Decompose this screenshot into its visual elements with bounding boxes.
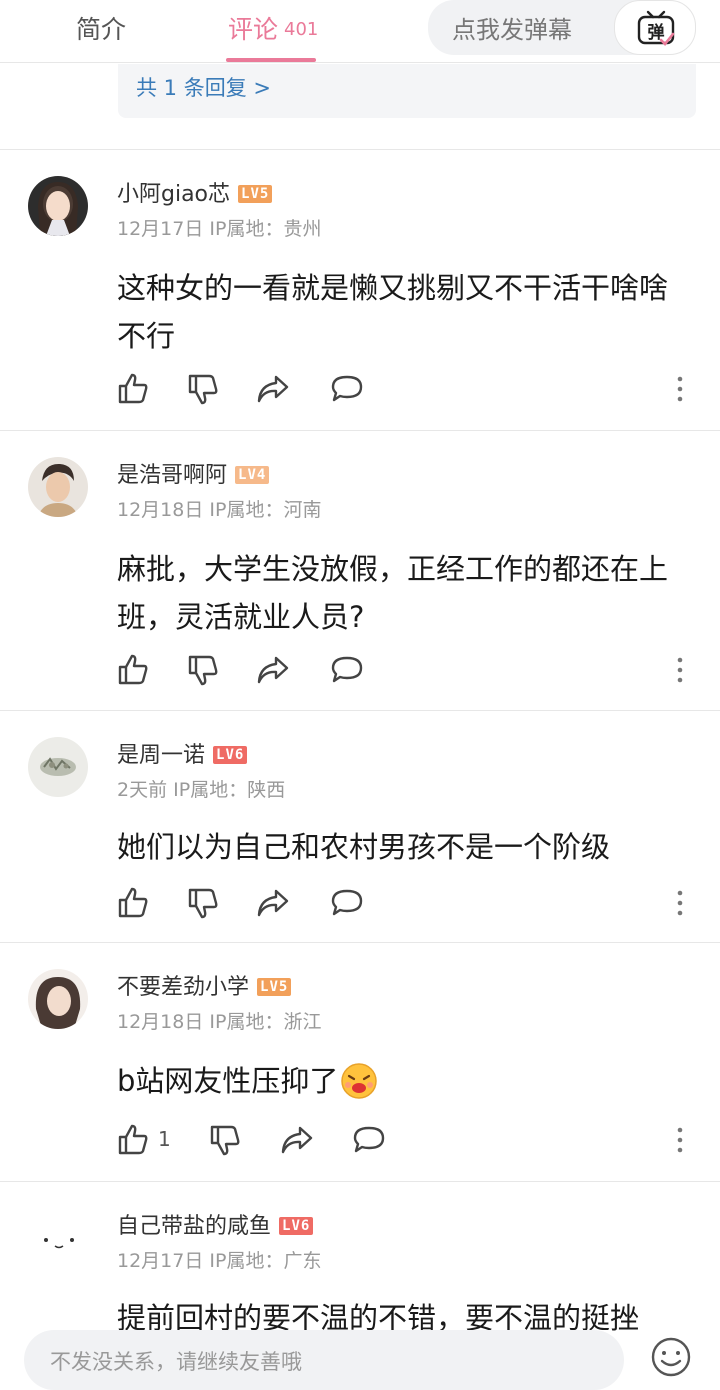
comment-username[interactable]: 不要差劲小学 LV5 bbox=[117, 969, 292, 1001]
thumbs-up-icon[interactable] bbox=[116, 886, 150, 920]
comment-text: 这种女的一看就是懒又挑剔又不干活干啥啥 不行 bbox=[117, 264, 697, 360]
comment-text-line: 她们以为自己和农村男孩不是一个阶级 bbox=[117, 830, 611, 864]
comment-text-line: b站网友性压抑了 bbox=[117, 1057, 697, 1105]
comment-date: 12月17日 bbox=[117, 1250, 204, 1272]
comment-icon[interactable] bbox=[352, 1123, 386, 1157]
thumbs-down-icon[interactable] bbox=[208, 1123, 242, 1157]
active-tab-indicator bbox=[226, 58, 316, 62]
share-icon[interactable] bbox=[256, 653, 290, 687]
danmaku-toggle-button[interactable]: 弹 bbox=[614, 0, 696, 55]
more-vertical-icon[interactable] bbox=[672, 1123, 688, 1157]
comment-actions bbox=[0, 653, 720, 693]
more-vertical-icon[interactable] bbox=[672, 372, 688, 406]
comment-meta: 12月18日 IP属地：河南 bbox=[117, 495, 321, 522]
comment-username[interactable]: 是周一诺 LV6 bbox=[117, 737, 248, 769]
comment-username[interactable]: 是浩哥啊阿 LV4 bbox=[117, 457, 270, 489]
thumbs-down-icon[interactable] bbox=[186, 372, 220, 406]
danmaku-icon: 弹 bbox=[637, 10, 675, 46]
avatar[interactable] bbox=[28, 1208, 88, 1268]
comment-icon[interactable] bbox=[330, 372, 364, 406]
comment-meta: 2天前 IP属地：陕西 bbox=[117, 775, 285, 802]
avatar[interactable] bbox=[28, 737, 88, 797]
emoji-picker-icon[interactable] bbox=[650, 1336, 692, 1378]
comment-text: 麻批，大学生没放假，正经工作的都还在上 班，灵活就业人员? bbox=[117, 545, 697, 641]
more-vertical-icon[interactable] bbox=[672, 886, 688, 920]
comment-actions: 1 bbox=[0, 1123, 720, 1163]
comment-ip: IP属地：陕西 bbox=[173, 779, 286, 801]
comment-meta: 12月17日 IP属地：贵州 bbox=[117, 214, 321, 241]
thumbs-down-icon[interactable] bbox=[186, 886, 220, 920]
share-icon[interactable] bbox=[280, 1123, 314, 1157]
username-text: 自己带盐的咸鱼 bbox=[117, 1214, 272, 1239]
comment-icon[interactable] bbox=[330, 653, 364, 687]
thumbs-down-icon[interactable] bbox=[186, 653, 220, 687]
danmaku-input[interactable]: 点我发弹幕 弹 bbox=[428, 0, 696, 55]
thumbs-up-icon[interactable] bbox=[116, 1123, 150, 1157]
comment-date: 12月18日 bbox=[117, 1011, 204, 1033]
avatar[interactable] bbox=[28, 969, 88, 1029]
username-text: 是浩哥啊阿 bbox=[117, 463, 228, 488]
thumbs-up-icon[interactable] bbox=[116, 653, 150, 687]
level-badge: LV6 bbox=[213, 746, 248, 764]
comment-text: b站网友性压抑了 bbox=[117, 1057, 697, 1105]
tab-comments-label: 评论 bbox=[228, 15, 279, 44]
like-count: 1 bbox=[158, 1127, 171, 1151]
comment-text-line: 这种女的一看就是懒又挑剔又不干活干啥啥 bbox=[117, 271, 669, 305]
comment-text-span: b站网友性压抑了 bbox=[117, 1064, 339, 1098]
emoji-icon bbox=[341, 1063, 378, 1099]
username-text: 小阿giao芯 bbox=[117, 182, 231, 207]
level-badge: LV5 bbox=[238, 185, 273, 203]
level-badge: LV6 bbox=[279, 1217, 314, 1235]
comment-ip: IP属地：河南 bbox=[209, 499, 322, 521]
level-badge: LV5 bbox=[257, 978, 292, 996]
share-icon[interactable] bbox=[256, 372, 290, 406]
comment-count-badge: 401 bbox=[284, 19, 319, 40]
comment-text-line: 班，灵活就业人员? bbox=[117, 600, 365, 634]
comment-date: 12月18日 bbox=[117, 499, 204, 521]
more-vertical-icon[interactable] bbox=[672, 653, 688, 687]
avatar[interactable] bbox=[28, 176, 88, 236]
thumbs-up-icon[interactable] bbox=[116, 372, 150, 406]
divider bbox=[0, 942, 720, 943]
level-badge: LV4 bbox=[235, 466, 270, 484]
view-replies-link[interactable]: 共 1 条回复 > bbox=[136, 72, 271, 102]
comment-text-line: 不行 bbox=[117, 319, 176, 353]
tab-comments[interactable]: 评论 401 bbox=[228, 10, 318, 46]
comment-icon[interactable] bbox=[330, 886, 364, 920]
comment-meta: 12月17日 IP属地：广东 bbox=[117, 1246, 321, 1273]
divider bbox=[0, 1181, 720, 1182]
reply-summary-box: 共 1 条回复 > bbox=[118, 64, 696, 118]
comment-actions bbox=[0, 886, 720, 926]
username-text: 不要差劲小学 bbox=[117, 975, 250, 1000]
divider bbox=[0, 149, 720, 150]
comment-ip: IP属地：浙江 bbox=[209, 1011, 322, 1033]
divider bbox=[0, 430, 720, 431]
avatar[interactable] bbox=[28, 457, 88, 517]
comment-input[interactable]: 不发没关系，请继续友善哦 bbox=[24, 1330, 624, 1390]
comment-username[interactable]: 小阿giao芯 LV5 bbox=[117, 176, 273, 208]
comment-date: 2天前 bbox=[117, 779, 168, 801]
danmaku-placeholder: 点我发弹幕 bbox=[452, 16, 572, 44]
comment-text-line: 麻批，大学生没放假，正经工作的都还在上 bbox=[117, 552, 669, 586]
comment-ip: IP属地：贵州 bbox=[209, 218, 322, 240]
comment-input-placeholder: 不发没关系，请继续友善哦 bbox=[50, 1350, 302, 1374]
divider bbox=[0, 710, 720, 711]
comment-username[interactable]: 自己带盐的咸鱼 LV6 bbox=[117, 1208, 314, 1240]
username-text: 是周一诺 bbox=[117, 743, 206, 768]
top-tab-bar: 简介 评论 401 点我发弹幕 弹 bbox=[0, 0, 720, 63]
share-icon[interactable] bbox=[256, 886, 290, 920]
comment-actions bbox=[0, 372, 720, 412]
comment-ip: IP属地：广东 bbox=[209, 1250, 322, 1272]
comment-date: 12月17日 bbox=[117, 218, 204, 240]
comment-meta: 12月18日 IP属地：浙江 bbox=[117, 1007, 321, 1034]
comment-text: 她们以为自己和农村男孩不是一个阶级 bbox=[117, 823, 697, 871]
tab-intro[interactable]: 简介 bbox=[76, 10, 126, 46]
